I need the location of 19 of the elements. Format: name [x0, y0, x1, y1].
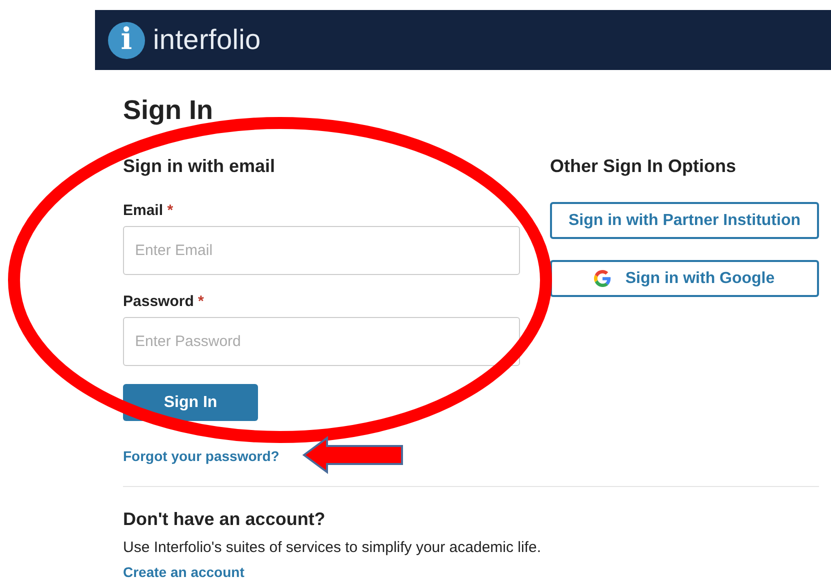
brand-name: interfolio — [153, 23, 261, 57]
section-heading: Don't have an account? — [123, 509, 326, 531]
google-sign-in-button[interactable]: Sign in with Google — [550, 260, 819, 297]
signup-text: Use Interfolio's suites of services to simplify your academic life. — [123, 538, 542, 557]
sign-in-button[interactable]: Sign In — [123, 384, 258, 421]
field-label: Email — [123, 202, 164, 219]
forgot-password-link[interactable]: Forgot your password? — [123, 448, 280, 464]
input-field[interactable]: Enter Password — [123, 316, 520, 366]
google-icon — [594, 270, 612, 287]
section-heading: Other Sign In Options — [550, 156, 737, 178]
create-account-link[interactable]: Create an account — [123, 564, 244, 580]
input-field[interactable]: Enter Email — [123, 226, 520, 275]
field-label: Password — [123, 292, 194, 310]
required-mark: * — [167, 202, 174, 219]
partner-sign-in-button[interactable]: Sign in with Partner Institution — [550, 202, 819, 239]
section-heading: Sign in with email — [123, 156, 276, 178]
page-title: Sign In — [123, 94, 214, 126]
logo-icon: i — [108, 22, 145, 58]
required-mark: * — [198, 292, 204, 310]
